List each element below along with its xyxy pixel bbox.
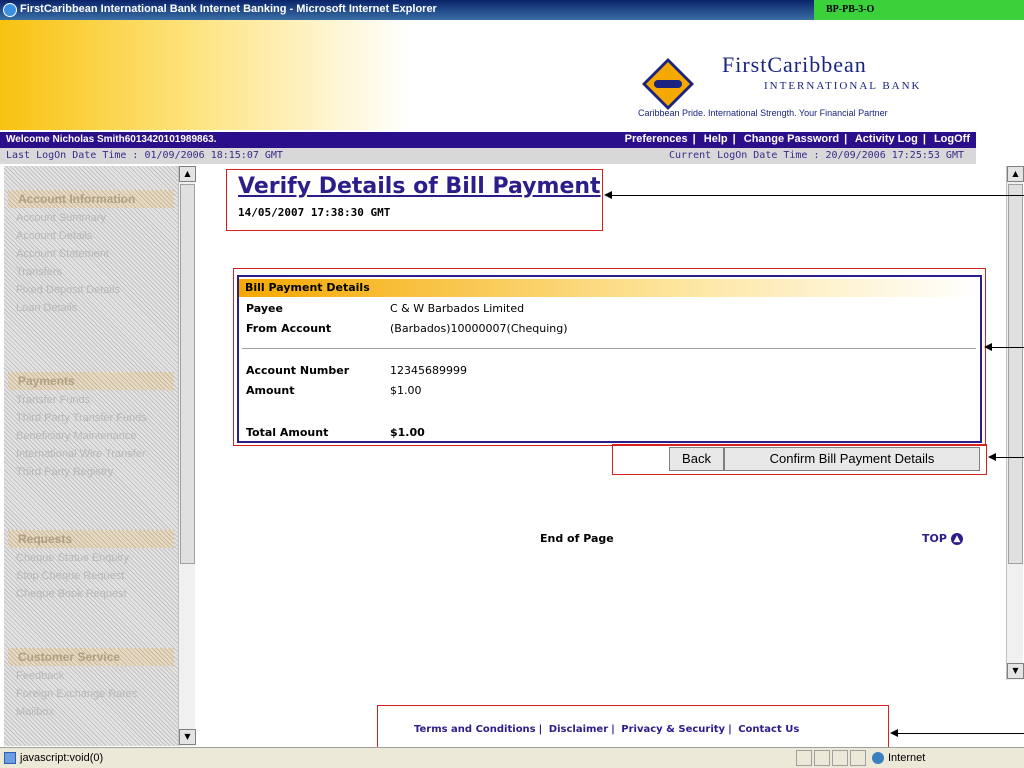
menu-item[interactable]: Stop Cheque Request [16, 570, 124, 582]
welcome-text: Welcome Nicholas Smith6013420101989863. [6, 134, 217, 145]
menu-item[interactable]: Third Party Registry [16, 466, 113, 478]
current-logon: Current LogOn Date Time : 20/09/2006 17:… [668, 150, 964, 161]
globe-icon [872, 752, 884, 764]
payee-label: Payee [246, 302, 283, 315]
scroll-up-icon[interactable]: ▲ [179, 166, 196, 182]
annotation-arrow [898, 733, 1024, 734]
menu-item[interactable]: Foreign Exchange Rates [16, 688, 137, 700]
from-account-label: From Account [246, 322, 332, 335]
last-logon: Last LogOn Date Time : 01/09/2006 18:15:… [6, 150, 283, 161]
details-header: Bill Payment Details [239, 279, 980, 297]
brand-tagline: Caribbean Pride. International Strength.… [638, 108, 888, 118]
menu-item[interactable]: Fixed Deposit Details [16, 284, 120, 296]
page-title: Verify Details of Bill Payment [238, 174, 601, 199]
scroll-up-icon[interactable]: ▲ [1007, 166, 1024, 182]
arrow-up-icon[interactable]: ▲ [950, 533, 963, 545]
window-titlebar: FirstCaribbean International Bank Intern… [0, 0, 1024, 44]
nav-links: Preferences | Help | Change Password | Acti… [624, 133, 970, 145]
left-menu: Account Information Account Summary Acco… [4, 166, 178, 746]
footer-links: Terms and Conditions | Disclaimer | Privac… [414, 724, 800, 735]
bank-logo-icon [642, 58, 694, 110]
status-bar: javascript:void(0) Internet [0, 747, 1024, 768]
page-icon [4, 752, 16, 764]
scroll-thumb[interactable] [1008, 184, 1023, 564]
account-number-label: Account Number [246, 364, 350, 377]
window-title: FirstCaribbean International Bank Intern… [20, 3, 437, 15]
brand-subtitle: INTERNATIONAL BANK [764, 80, 922, 92]
scroll-down-icon[interactable]: ▼ [179, 729, 196, 745]
menu-item[interactable]: Transfer Funds [16, 394, 90, 406]
menu-item[interactable]: Third Party Transfer Funds [16, 412, 147, 424]
annotation-arrowhead [890, 729, 898, 737]
account-number-value: 12345689999 [390, 364, 467, 377]
total-amount-value: $1.00 [390, 426, 425, 439]
payee-value: C & W Barbados Limited [390, 302, 525, 315]
menu-section-account-information[interactable]: Account Information [8, 190, 174, 208]
menu-item[interactable]: Account Summary [16, 212, 106, 224]
nav-activity-log-link[interactable]: Activity Log [855, 133, 918, 145]
zone-text: Internet [888, 752, 926, 764]
nav-change-password-link[interactable]: Change Password [744, 133, 839, 145]
menu-item[interactable]: International Wire Transfer [16, 448, 146, 460]
scroll-thumb[interactable] [180, 184, 195, 564]
bill-payment-details-panel [237, 275, 982, 443]
end-of-page-text: End of Page [540, 532, 614, 545]
details-divider [242, 348, 976, 349]
menu-item[interactable]: Feedback [16, 670, 64, 682]
confirm-bill-payment-button[interactable]: Confirm Bill Payment Details [724, 447, 980, 471]
brand-name: FirstCaribbean [722, 52, 867, 77]
top-link-label[interactable]: TOP [922, 532, 947, 545]
amount-label: Amount [246, 384, 295, 397]
page-scrollbar[interactable]: ▲ ▼ [1006, 166, 1024, 680]
contact-us-link[interactable]: Contact Us [738, 724, 799, 735]
top-nav: Welcome Nicholas Smith6013420101989863. … [0, 132, 976, 148]
total-amount-label: Total Amount [246, 426, 329, 439]
menu-item[interactable]: Cheque Status Enquiry [16, 552, 129, 564]
nav-logoff-link[interactable]: LogOff [934, 133, 970, 145]
disclaimer-link[interactable]: Disclaimer [549, 724, 608, 735]
annotation-arrowhead [604, 191, 612, 199]
left-menu-scrollbar[interactable]: ▲ ▼ [178, 166, 196, 746]
annotation-arrow [612, 195, 1024, 196]
ie-icon [3, 3, 17, 17]
menu-section-customer-service[interactable]: Customer Service [8, 648, 174, 666]
amount-value: $1.00 [390, 384, 422, 397]
menu-item[interactable]: Mailbox [16, 706, 54, 718]
privacy-security-link[interactable]: Privacy & Security [621, 724, 725, 735]
terms-link[interactable]: Terms and Conditions [414, 724, 536, 735]
logon-info-bar: Last LogOn Date Time : 01/09/2006 18:15:… [0, 148, 976, 164]
from-account-value: (Barbados)10000007(Chequing) [390, 322, 568, 335]
annotation-arrowhead [988, 453, 996, 461]
nav-help-link[interactable]: Help [704, 133, 728, 145]
top-link[interactable]: TOP ▲ [922, 532, 963, 545]
back-button[interactable]: Back [669, 447, 724, 471]
menu-section-payments[interactable]: Payments [8, 372, 174, 390]
status-text: javascript:void(0) [20, 752, 104, 764]
menu-section-requests[interactable]: Requests [8, 530, 174, 548]
annotation-arrow [992, 347, 1024, 348]
status-cell [796, 750, 812, 766]
annotation-arrow [996, 457, 1024, 458]
annotation-arrowhead [984, 343, 992, 351]
status-cell [832, 750, 848, 766]
status-cell [814, 750, 830, 766]
menu-item[interactable]: Transfers [16, 266, 62, 278]
status-cell [850, 750, 866, 766]
menu-item[interactable]: Loan Details [16, 302, 77, 314]
menu-item[interactable]: Account Details [16, 230, 92, 242]
scroll-down-icon[interactable]: ▼ [1007, 663, 1024, 679]
nav-preferences-link[interactable]: Preferences [625, 133, 688, 145]
menu-item[interactable]: Account Statement [16, 248, 109, 260]
page-timestamp: 14/05/2007 17:38:30 GMT [238, 206, 391, 219]
menu-item[interactable]: Cheque Book Request [16, 588, 127, 600]
menu-item[interactable]: Beneficiary Maintenance [16, 430, 136, 442]
